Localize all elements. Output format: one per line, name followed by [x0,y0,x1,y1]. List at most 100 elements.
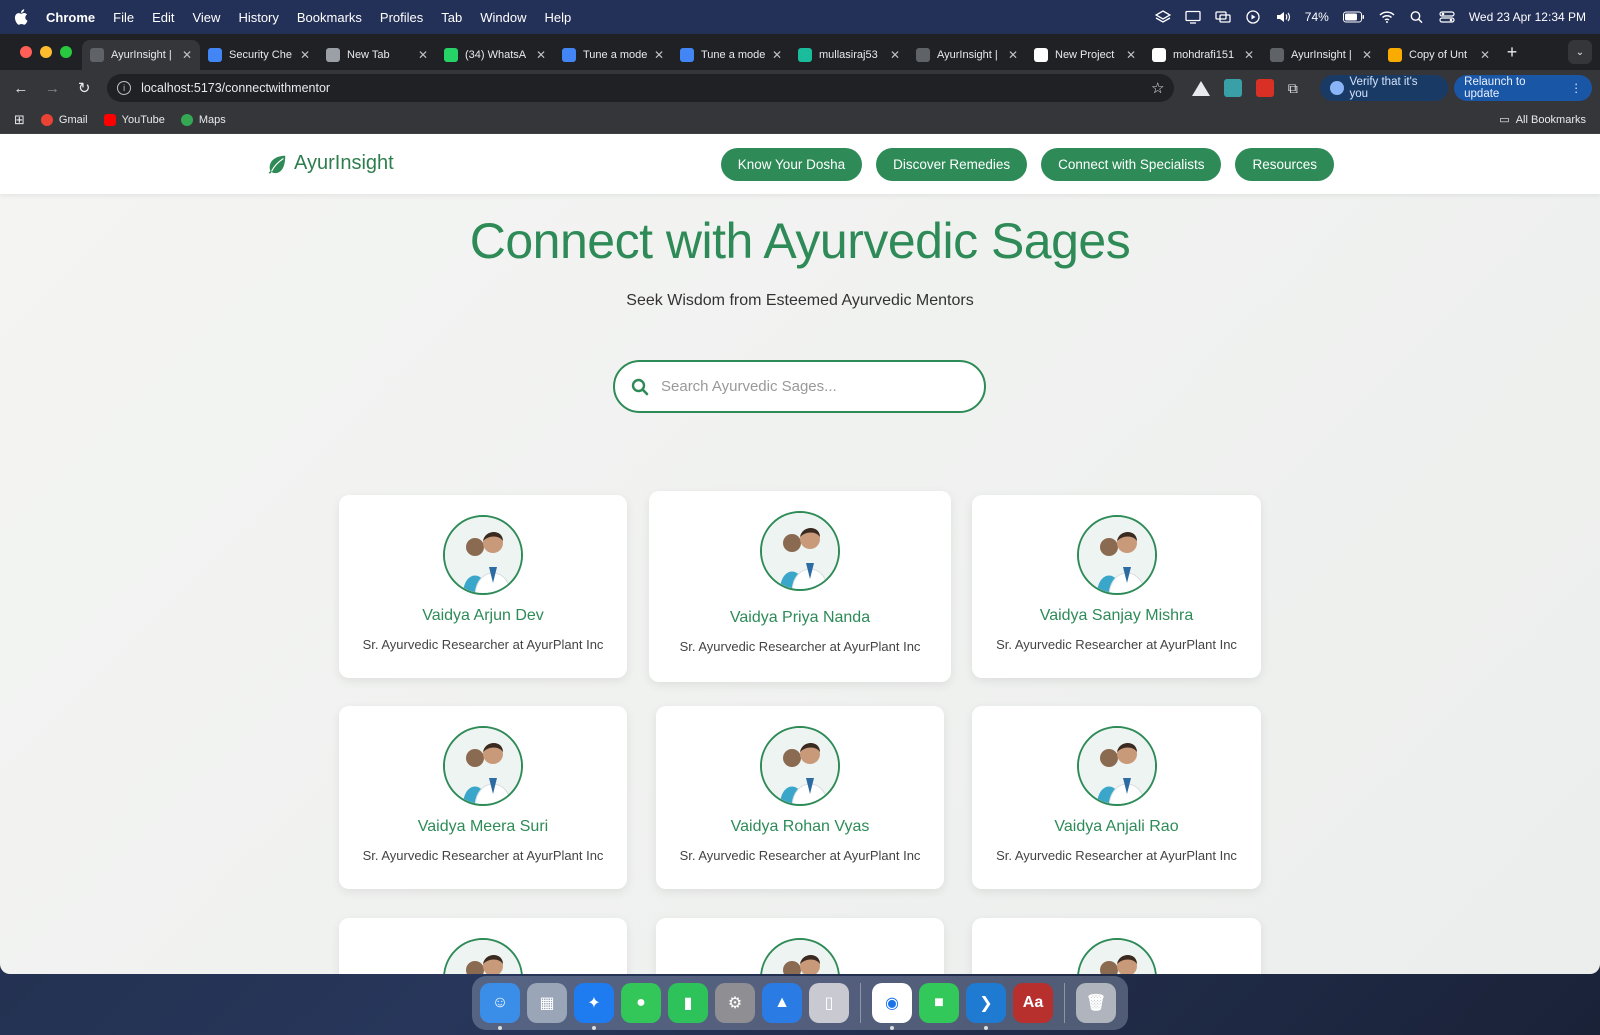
menu-tab[interactable]: Tab [441,10,462,25]
mentor-card[interactable] [972,918,1261,974]
nav-discover-remedies[interactable]: Discover Remedies [876,148,1028,181]
new-tab-button[interactable]: + [1498,42,1526,63]
minimize-window-button[interactable] [40,46,52,58]
mentor-card[interactable]: Vaidya Anjali Rao Sr. Ayurvedic Researche… [972,706,1261,889]
all-bookmarks-button[interactable]: ▭ All Bookmarks [1499,113,1586,127]
close-window-button[interactable] [20,46,32,58]
reload-button[interactable]: ↻ [71,75,97,101]
close-tab-icon[interactable]: ✕ [536,48,546,62]
browser-tab[interactable]: AyurInsight | ✕ [908,40,1026,70]
menu-view[interactable]: View [192,10,220,25]
back-button[interactable]: ← [8,75,34,101]
apps-grid-icon[interactable]: ⊞ [14,112,25,128]
play-icon[interactable] [1245,10,1261,24]
mentor-search-input[interactable] [661,378,961,395]
menu-help[interactable]: Help [545,10,572,25]
bookmark-maps[interactable]: Maps [180,113,226,126]
menu-app-name[interactable]: Chrome [46,10,95,25]
safari-icon[interactable]: ✦ [574,983,614,1030]
extension-red-icon[interactable] [1256,79,1274,97]
main-nav: Know Your Dosha Discover Remedies Connec… [720,148,1334,181]
menu-history[interactable]: History [238,10,278,25]
browser-tab[interactable]: (34) WhatsA ✕ [436,40,554,70]
browser-tab[interactable]: mohdrafi151 ✕ [1144,40,1262,70]
close-tab-icon[interactable]: ✕ [890,48,900,62]
mentor-card[interactable]: Vaidya Sanjay Mishra Sr. Ayurvedic Resear… [972,495,1261,678]
apple-icon[interactable] [14,9,28,25]
browser-tab[interactable]: Copy of Unt ✕ [1380,40,1498,70]
menu-bookmarks[interactable]: Bookmarks [297,10,362,25]
bookmark-star-icon[interactable]: ☆ [1151,79,1164,97]
extension-teal-icon[interactable] [1224,79,1243,97]
browser-tab[interactable]: AyurInsight | ✕ [1262,40,1380,70]
spotlight-search-icon[interactable] [1409,10,1425,24]
url-text[interactable]: localhost:5173/connectwithmentor [141,81,330,95]
bookmark-gmail[interactable]: Gmail [40,113,88,126]
close-tab-icon[interactable]: ✕ [654,48,664,62]
browser-tab[interactable]: Tune a mode ✕ [672,40,790,70]
mentor-search-box[interactable] [613,360,986,413]
preview-icon[interactable]: ▯ [809,983,849,1023]
close-tab-icon[interactable]: ✕ [182,48,192,62]
browser-tab[interactable]: Tune a mode ✕ [554,40,672,70]
messages-icon[interactable]: ● [621,983,661,1023]
chrome-icon[interactable]: ◉ [872,983,912,1030]
nav-resources[interactable]: Resources [1235,148,1334,181]
verify-identity-button[interactable]: Verify that it's you [1319,75,1449,101]
site-logo[interactable]: AyurInsight [266,152,394,175]
mentor-card[interactable]: Vaidya Priya Nanda Sr. Ayurvedic Research… [649,491,951,682]
extensions-puzzle-icon[interactable]: ⧉ [1280,75,1306,101]
dictionary-icon[interactable]: Aa [1013,983,1053,1023]
mentor-card[interactable]: Vaidya Rohan Vyas Sr. Ayurvedic Researche… [656,706,944,889]
menu-window[interactable]: Window [480,10,526,25]
address-bar[interactable]: i localhost:5173/connectwithmentor ☆ [107,74,1175,102]
menu-edit[interactable]: Edit [152,10,174,25]
nav-know-your-dosha[interactable]: Know Your Dosha [720,148,863,181]
keynote-icon[interactable]: ▲ [762,983,802,1023]
battery-icon[interactable] [1342,10,1365,24]
browser-tab[interactable]: mullasiraj53 ✕ [790,40,908,70]
numbers-icon[interactable]: ▮ [668,983,708,1023]
launchpad-icon[interactable]: ▦ [527,983,567,1023]
mentor-card[interactable] [656,918,944,974]
close-tab-icon[interactable]: ✕ [1008,48,1018,62]
mentor-card[interactable] [339,918,627,974]
bookmark-youtube[interactable]: YouTube [103,113,165,126]
running-indicator [498,1026,502,1030]
clock[interactable]: Wed 23 Apr 12:34 PM [1469,10,1586,24]
extension-triangle-icon[interactable] [1192,80,1211,96]
tab-search-button[interactable]: ⌄ [1568,40,1592,64]
screen-mirroring-icon[interactable] [1215,10,1231,24]
finder-icon[interactable]: ☺ [480,983,520,1030]
facetime-icon[interactable]: ■ [919,983,959,1023]
display-icon[interactable] [1185,10,1201,24]
more-menu-icon[interactable]: ⋮ [1570,81,1582,95]
mentor-card[interactable]: Vaidya Arjun Dev Sr. Ayurvedic Researcher… [339,495,627,678]
trash-icon[interactable]: 🗑 [1076,983,1116,1023]
menu-file[interactable]: File [113,10,134,25]
layers-icon[interactable] [1154,10,1171,24]
volume-icon[interactable] [1275,10,1291,24]
browser-tab[interactable]: New Tab ✕ [318,40,436,70]
menu-profiles[interactable]: Profiles [380,10,423,25]
nav-connect-with-specialists[interactable]: Connect with Specialists [1041,148,1222,181]
browser-tab[interactable]: AyurInsight | ✕ [82,40,200,70]
system-settings-icon[interactable]: ⚙ [715,983,755,1023]
mentor-card[interactable]: Vaidya Meera Suri Sr. Ayurvedic Researche… [339,706,627,889]
relaunch-button[interactable]: Relaunch to update ⋮ [1454,75,1592,101]
close-tab-icon[interactable]: ✕ [1362,48,1372,62]
browser-tab[interactable]: Security Che ✕ [200,40,318,70]
vscode-icon[interactable]: ❯ [966,983,1006,1030]
site-info-icon[interactable]: i [117,81,132,95]
control-center-icon[interactable] [1439,10,1455,24]
close-tab-icon[interactable]: ✕ [1126,48,1136,62]
close-tab-icon[interactable]: ✕ [418,48,428,62]
wifi-icon[interactable] [1379,10,1395,24]
close-tab-icon[interactable]: ✕ [300,48,310,62]
close-tab-icon[interactable]: ✕ [772,48,782,62]
browser-tab[interactable]: New Project ✕ [1026,40,1144,70]
close-tab-icon[interactable]: ✕ [1480,48,1490,62]
zoom-window-button[interactable] [60,46,72,58]
close-tab-icon[interactable]: ✕ [1244,48,1254,62]
forward-button[interactable]: → [40,75,66,101]
